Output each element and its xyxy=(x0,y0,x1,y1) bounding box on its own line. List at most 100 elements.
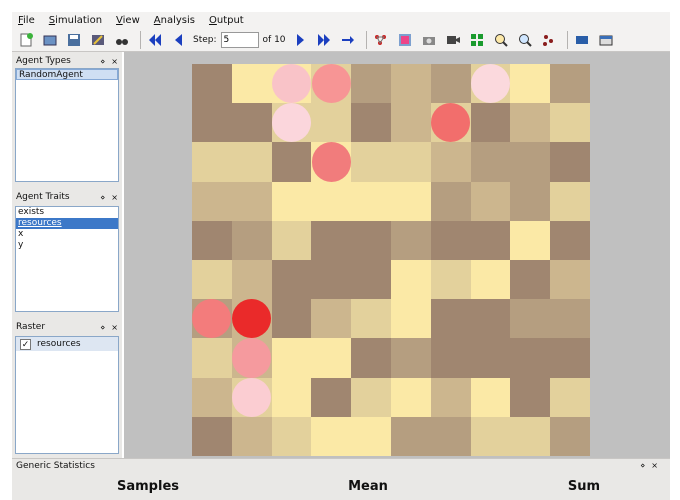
agents-icon[interactable] xyxy=(371,30,391,50)
binoculars-icon[interactable] xyxy=(112,30,132,50)
agent-traits-list: exists resources x y xyxy=(15,206,119,312)
raster-cell xyxy=(391,377,432,418)
raster-cell xyxy=(311,416,352,457)
raster-cell xyxy=(311,220,352,261)
menu-view[interactable]: View xyxy=(116,15,140,26)
step-input[interactable] xyxy=(220,31,259,48)
raster-cell xyxy=(192,260,233,300)
agent-trait-item[interactable]: x xyxy=(16,229,118,240)
raster-cell xyxy=(192,416,233,457)
float-icon[interactable]: ⋄ xyxy=(640,461,645,470)
export-icon[interactable] xyxy=(88,30,108,50)
close-icon[interactable]: × xyxy=(651,461,658,470)
raster-cell xyxy=(470,416,511,457)
menu-view-label: iew xyxy=(122,14,140,26)
float-icon[interactable]: ⋄ xyxy=(100,193,105,202)
next-step-icon[interactable] xyxy=(290,30,310,50)
new-icon[interactable] xyxy=(16,30,36,50)
raster-cell xyxy=(351,416,392,457)
last-step-icon[interactable] xyxy=(314,30,334,50)
previous-step-icon[interactable] xyxy=(169,30,189,50)
agent-trait-item[interactable]: resources xyxy=(16,218,118,229)
raster-cell xyxy=(550,260,591,300)
raster-cell xyxy=(470,260,511,300)
raster-cell xyxy=(192,142,233,183)
agent-marker[interactable] xyxy=(311,64,351,104)
first-step-icon[interactable] xyxy=(145,30,165,50)
raster-grid[interactable] xyxy=(192,64,591,457)
close-icon[interactable]: × xyxy=(111,323,118,332)
raster-cell xyxy=(231,142,273,183)
toolbar-separator xyxy=(365,30,367,49)
raster-cell xyxy=(550,142,591,183)
agent-marker[interactable] xyxy=(271,64,312,104)
open-icon[interactable] xyxy=(40,30,60,50)
raster-cell xyxy=(351,299,392,339)
zoom-out-icon[interactable] xyxy=(515,30,535,50)
raster-cell xyxy=(311,377,352,418)
raster-cell xyxy=(510,377,551,418)
agent-marker[interactable] xyxy=(232,338,272,378)
window-icon[interactable] xyxy=(596,30,616,50)
zoom-in-icon[interactable] xyxy=(491,30,511,50)
raster-cell xyxy=(231,416,273,457)
sum-header: Sum xyxy=(567,479,601,494)
agent-trait-item[interactable]: exists xyxy=(16,207,118,218)
raster-cell xyxy=(550,338,591,379)
raster-panel-title: Raster ⋄ × xyxy=(12,320,122,334)
agent-trait-item[interactable]: y xyxy=(16,240,118,251)
menu-simulation[interactable]: Simulation xyxy=(49,15,102,26)
save-icon[interactable] xyxy=(64,30,84,50)
movie-camera-icon[interactable] xyxy=(443,30,463,50)
raster-cell xyxy=(391,220,432,261)
raster-cell xyxy=(430,299,472,339)
agent-marker[interactable] xyxy=(311,142,351,182)
raster-cell xyxy=(510,220,551,261)
menu-output[interactable]: Output xyxy=(209,15,244,26)
grid-icon[interactable] xyxy=(467,30,487,50)
raster-cell xyxy=(192,338,233,379)
agent-traits-panel-title: Agent Traits ⋄ × xyxy=(12,190,122,204)
simulation-display xyxy=(124,52,670,458)
raster-layer-checkbox[interactable]: ✓ xyxy=(20,338,31,350)
raster-cell xyxy=(271,338,312,379)
raster-cell xyxy=(510,338,551,379)
run-arrow-icon[interactable] xyxy=(338,30,358,50)
raster-cell xyxy=(510,416,551,457)
close-icon[interactable]: × xyxy=(111,57,118,66)
menu-analysis-label: nalysis xyxy=(160,14,195,26)
raster-cell xyxy=(430,220,472,261)
raster-cell xyxy=(231,103,273,143)
agent-marker[interactable] xyxy=(232,377,272,417)
console-icon[interactable] xyxy=(572,30,592,50)
raster-layer-row[interactable]: ✓ resources xyxy=(16,337,118,351)
menu-output-label: utput xyxy=(216,14,244,26)
raster-cell xyxy=(231,260,273,300)
raster-cell xyxy=(271,416,312,457)
agent-types-title: Agent Types xyxy=(16,56,71,66)
agent-marker[interactable] xyxy=(470,64,511,104)
raster-cell xyxy=(430,142,472,183)
raster-icon[interactable] xyxy=(395,30,415,50)
agent-type-item[interactable]: RandomAgent xyxy=(16,69,118,80)
menu-simulation-label: imulation xyxy=(55,14,103,26)
toolbar-separator xyxy=(140,30,141,49)
raster-layer-label: resources xyxy=(37,339,81,349)
camera-icon[interactable] xyxy=(419,30,439,50)
raster-cell xyxy=(311,103,352,143)
raster-cell xyxy=(271,181,312,222)
menu-file[interactable]: File xyxy=(18,15,35,26)
close-icon[interactable]: × xyxy=(111,193,118,202)
float-icon[interactable]: ⋄ xyxy=(100,323,105,332)
raster-cell xyxy=(192,220,233,261)
toolbar-separator xyxy=(566,30,568,49)
float-icon[interactable]: ⋄ xyxy=(100,57,105,66)
menu-file-label: ile xyxy=(23,14,35,26)
raster-cell xyxy=(351,220,392,261)
raster-cell xyxy=(271,142,312,183)
menu-analysis[interactable]: Analysis xyxy=(154,15,195,26)
scatter-icon[interactable] xyxy=(539,30,559,50)
raster-cell xyxy=(311,338,352,379)
raster-cell xyxy=(550,64,591,104)
raster-cell xyxy=(430,64,472,104)
